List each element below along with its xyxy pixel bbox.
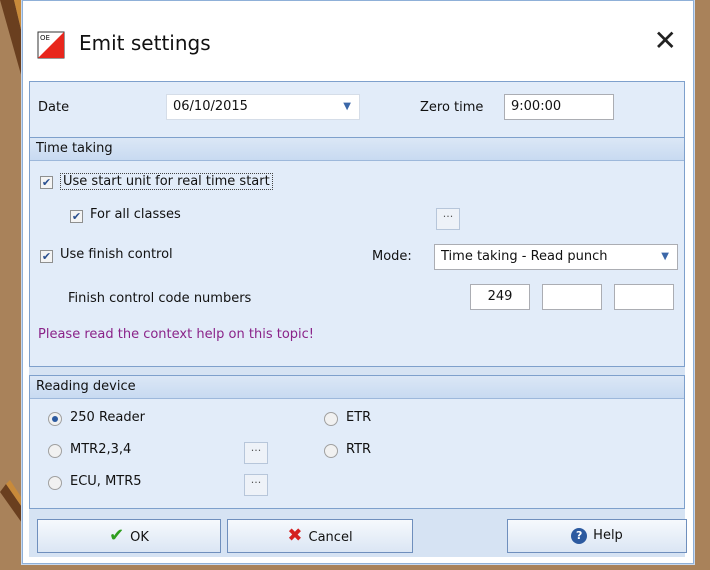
reading-device-group: Reading device 250 Reader MTR2,3,4 ··· E…	[29, 375, 685, 509]
dialog-client: Date 06/10/2015 ▼ Zero time 9:00:00 Time…	[29, 81, 687, 557]
help-icon: ?	[571, 527, 588, 544]
for-all-classes-ellipsis-button[interactable]: ···	[436, 208, 460, 230]
radio-etr-label[interactable]: ETR	[346, 410, 371, 425]
radio-250-reader-label[interactable]: 250 Reader	[70, 410, 145, 425]
for-all-classes-checkbox[interactable]: ✔	[70, 210, 83, 223]
mode-value: Time taking - Read punch	[441, 249, 608, 264]
radio-mtr234-label[interactable]: MTR2,3,4	[70, 442, 131, 457]
date-combo[interactable]: 06/10/2015 ▼	[166, 94, 360, 120]
mode-label: Mode:	[372, 249, 412, 264]
app-logo-icon: OE	[37, 31, 65, 59]
finish-code-field-1[interactable]: 249	[470, 284, 530, 310]
context-help-note: Please read the context help on this top…	[38, 327, 315, 342]
reading-device-header: Reading device	[30, 376, 684, 399]
zero-time-label: Zero time	[420, 100, 484, 115]
help-label: Help	[593, 528, 623, 543]
chevron-down-icon[interactable]: ▼	[661, 245, 669, 269]
radio-250-reader[interactable]	[48, 412, 62, 426]
radio-rtr-label[interactable]: RTR	[346, 442, 371, 457]
use-start-unit-label[interactable]: Use start unit for real time start	[60, 173, 273, 190]
help-button[interactable]: ? Help	[507, 519, 687, 553]
for-all-classes-label[interactable]: For all classes	[90, 207, 181, 222]
use-finish-control-checkbox[interactable]: ✔	[40, 250, 53, 263]
finish-code-field-3[interactable]	[614, 284, 674, 310]
close-icon[interactable]: ✕	[654, 27, 677, 55]
mtr-ellipsis-button[interactable]: ···	[244, 442, 268, 464]
use-finish-control-label[interactable]: Use finish control	[60, 247, 173, 262]
time-taking-group: Time taking ✔ Use start unit for real ti…	[29, 137, 685, 367]
cancel-x-icon: ✖	[287, 525, 303, 546]
date-value: 06/10/2015	[173, 99, 248, 114]
cancel-label: Cancel	[308, 530, 353, 545]
ecu-ellipsis-button[interactable]: ···	[244, 474, 268, 496]
ok-button[interactable]: ✔ OK	[37, 519, 221, 553]
mode-combo[interactable]: Time taking - Read punch ▼	[434, 244, 678, 270]
cancel-button[interactable]: ✖ Cancel	[227, 519, 413, 553]
radio-ecu-mtr5[interactable]	[48, 476, 62, 490]
date-label: Date	[38, 100, 70, 115]
finish-code-field-2[interactable]	[542, 284, 602, 310]
date-group: Date 06/10/2015 ▼ Zero time 9:00:00	[29, 81, 685, 139]
svg-text:OE: OE	[40, 34, 50, 42]
chevron-down-icon[interactable]: ▼	[343, 95, 351, 119]
zero-time-field[interactable]: 9:00:00	[504, 94, 614, 120]
radio-mtr234[interactable]	[48, 444, 62, 458]
radio-rtr[interactable]	[324, 444, 338, 458]
window-title: Emit settings	[79, 31, 211, 55]
use-start-unit-checkbox[interactable]: ✔	[40, 176, 53, 189]
radio-etr[interactable]	[324, 412, 338, 426]
checkmark-icon: ✔	[109, 525, 125, 546]
emit-settings-dialog: OE Emit settings ✕ Date 06/10/2015 ▼ Zer…	[22, 0, 694, 564]
finish-codes-label: Finish control code numbers	[68, 291, 252, 306]
ok-label: OK	[130, 530, 149, 545]
radio-ecu-mtr5-label[interactable]: ECU, MTR5	[70, 474, 142, 489]
title-bar: OE Emit settings ✕	[23, 1, 693, 79]
time-taking-header: Time taking	[30, 138, 684, 161]
